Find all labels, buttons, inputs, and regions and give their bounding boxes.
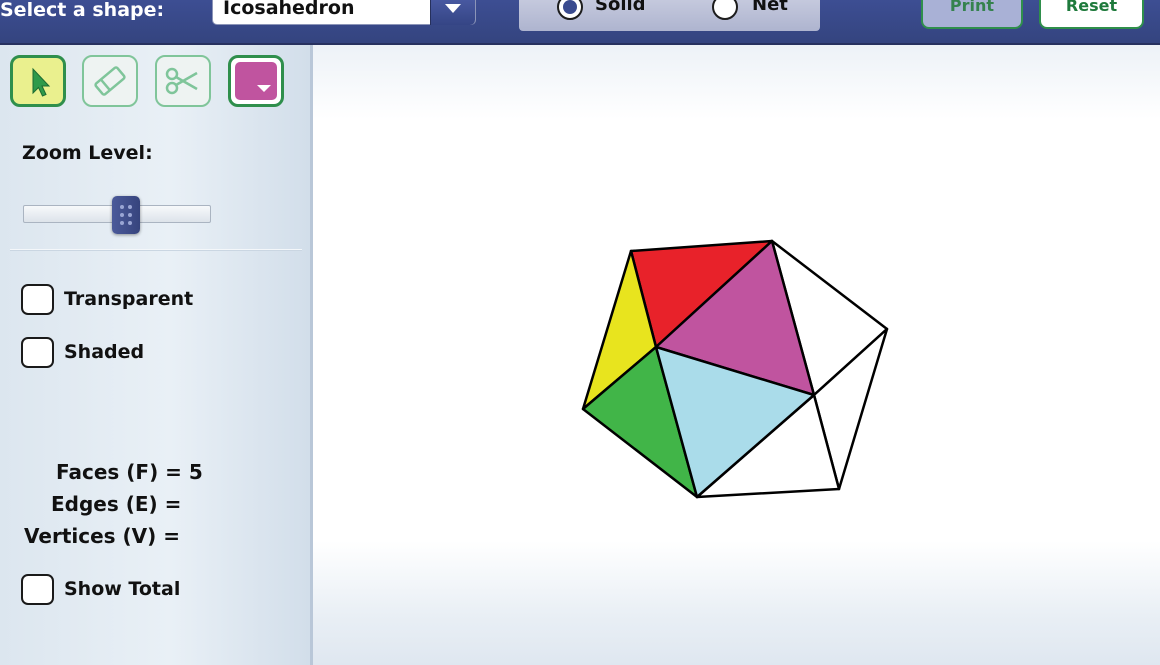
zoom-slider-thumb[interactable] xyxy=(112,196,141,234)
zoom-slider[interactable] xyxy=(23,196,211,234)
view-mode-group: Solid Net xyxy=(519,0,820,31)
radio-solid-circle[interactable] xyxy=(557,0,583,20)
eraser-icon xyxy=(94,66,126,96)
transparent-label: Transparent xyxy=(64,288,194,310)
scissors-tool-button[interactable] xyxy=(155,55,211,107)
radio-net-label: Net xyxy=(752,0,788,15)
transparent-checkbox[interactable] xyxy=(21,284,54,315)
eraser-tool-button[interactable] xyxy=(82,55,138,107)
select-tool-button[interactable] xyxy=(10,55,66,107)
shape-dropdown[interactable]: Icosahedron xyxy=(212,0,476,25)
icosahedron-model[interactable] xyxy=(313,45,1160,665)
show-total-checkbox[interactable] xyxy=(21,574,54,605)
shaded-label: Shaded xyxy=(64,341,145,363)
chevron-down-icon[interactable] xyxy=(430,0,475,25)
zoom-level-label: Zoom Level: xyxy=(22,142,153,164)
color-swatch xyxy=(235,62,277,100)
shaded-checkbox[interactable] xyxy=(21,337,54,368)
color-picker-button[interactable] xyxy=(228,55,284,107)
sidebar-divider xyxy=(10,249,302,250)
vertices-count: Vertices (V) = xyxy=(24,524,180,548)
reset-button[interactable]: Reset xyxy=(1039,0,1144,29)
radio-solid-label: Solid xyxy=(595,0,646,15)
edges-count: Edges (E) = xyxy=(51,492,182,516)
show-total-label: Show Total xyxy=(64,578,181,600)
top-toolbar: Select a shape: Icosahedron Solid Net Pr… xyxy=(0,0,1160,45)
color-dropdown-icon xyxy=(257,85,271,92)
faces-count: Faces (F) = 5 xyxy=(56,460,203,484)
shape-canvas[interactable] xyxy=(313,45,1160,665)
radio-net-circle[interactable] xyxy=(712,0,738,20)
shape-dropdown-value: Icosahedron xyxy=(223,0,355,19)
print-button[interactable]: Print xyxy=(921,0,1023,29)
select-arrow-icon xyxy=(32,67,51,97)
scissors-icon xyxy=(165,67,198,95)
sidebar: Zoom Level: Transparent Shaded Faces (F)… xyxy=(0,45,313,665)
shape-select-label: Select a shape: xyxy=(0,0,165,21)
